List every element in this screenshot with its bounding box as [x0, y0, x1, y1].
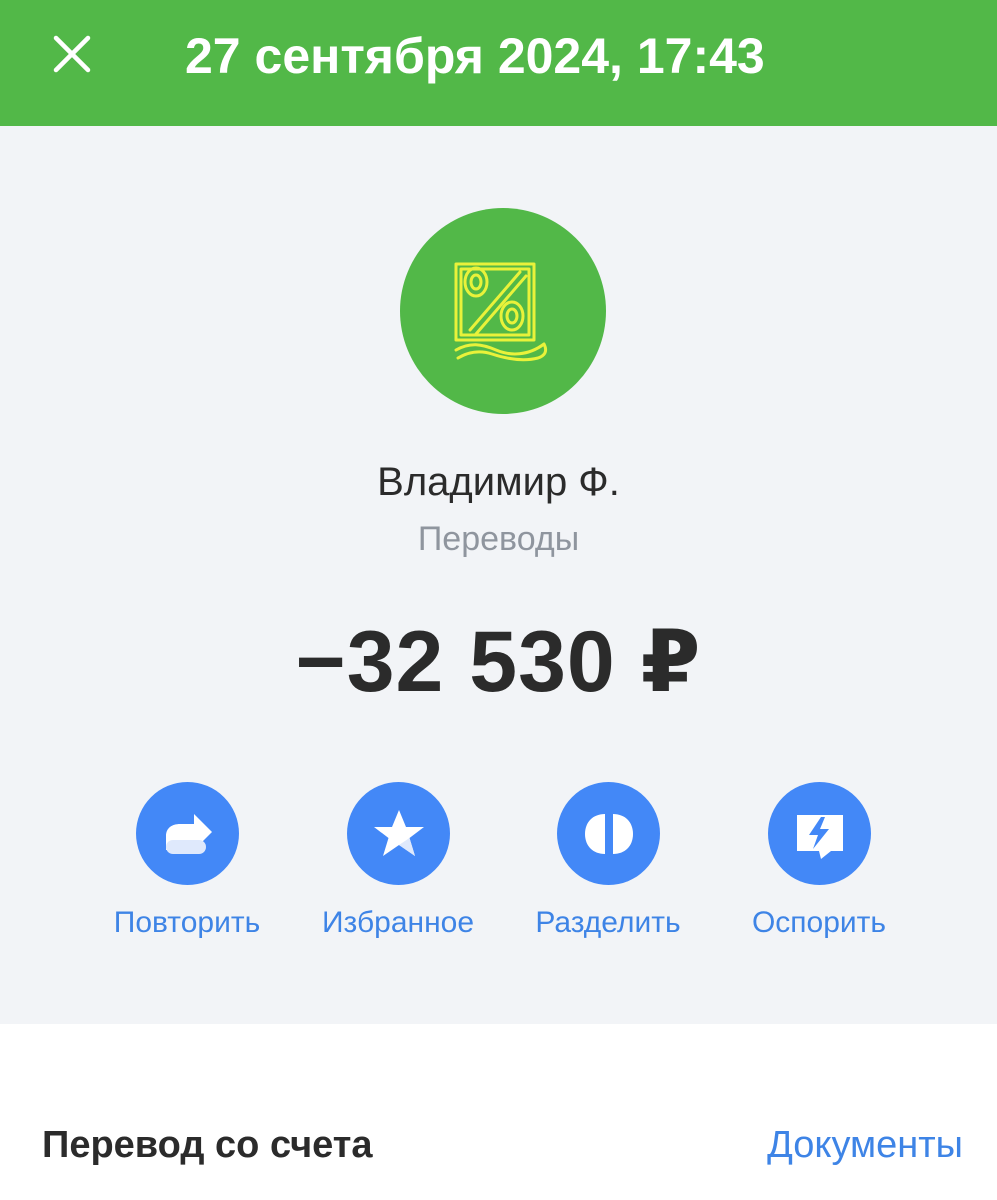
split-button[interactable]: Разделить	[508, 782, 708, 952]
repeat-button-label: Повторить	[113, 906, 261, 939]
top-app-bar: 27 сентября 2024, 17:43	[0, 0, 997, 126]
close-icon	[53, 35, 91, 73]
documents-link[interactable]: Документы	[767, 1124, 963, 1167]
repeat-button[interactable]: Повторить	[87, 782, 287, 952]
percent-emblem-icon	[454, 262, 548, 362]
transaction-summary-panel: Владимир Ф. Переводы −32 530 ₽ Повторить…	[0, 126, 997, 1024]
transaction-amount: −32 530 ₽	[295, 614, 702, 710]
split-button-circle	[557, 782, 660, 885]
dispute-button[interactable]: Оспорить	[719, 782, 919, 952]
star-icon	[373, 809, 424, 856]
split-icon	[584, 813, 633, 854]
dispute-button-label: Оспорить	[751, 906, 887, 939]
favorite-button-label: Избранное	[321, 906, 475, 939]
dispute-button-circle	[768, 782, 871, 885]
repeat-button-circle	[136, 782, 239, 885]
close-button[interactable]	[44, 26, 100, 82]
header-title: 27 сентября 2024, 17:43	[185, 28, 765, 84]
favorite-button-circle	[347, 782, 450, 885]
favorite-button[interactable]: Избранное	[298, 782, 498, 952]
repeat-arrow-icon	[165, 813, 212, 854]
dispute-icon	[796, 814, 843, 859]
section-title: Перевод со счета	[42, 1124, 373, 1166]
split-button-label: Разделить	[535, 906, 681, 939]
counterparty-avatar	[400, 208, 606, 414]
transaction-category: Переводы	[417, 520, 580, 558]
counterparty-name: Владимир Ф.	[377, 460, 620, 504]
